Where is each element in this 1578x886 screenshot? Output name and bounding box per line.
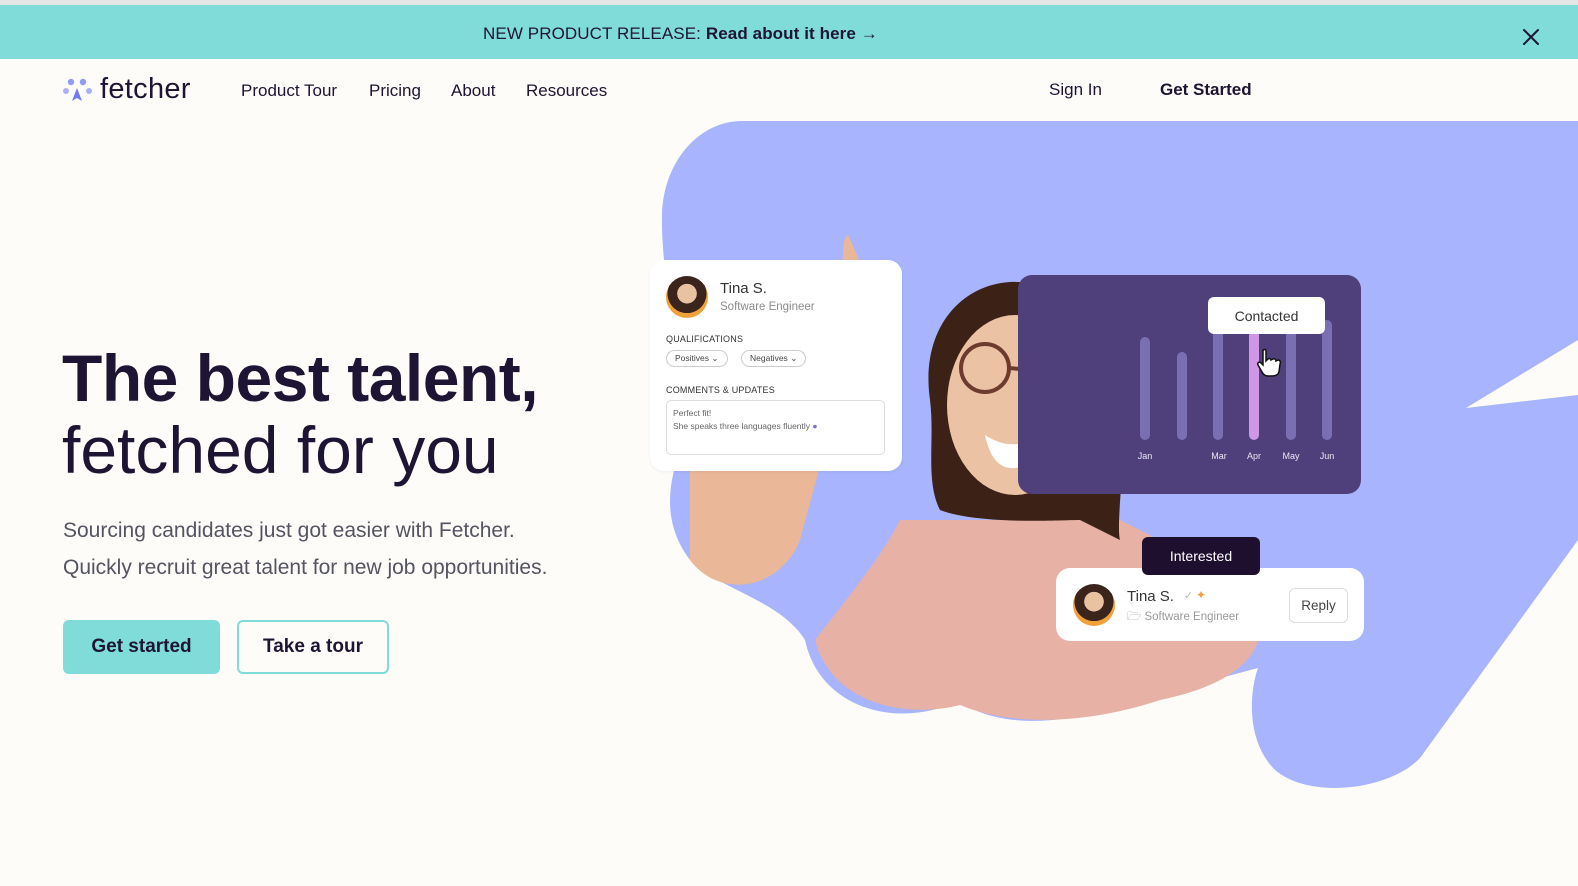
hero-subtitle: Sourcing candidates just got easier with… — [63, 512, 643, 586]
hero-title-line2: fetched for you — [62, 413, 499, 487]
candidate-avatar — [666, 276, 708, 318]
candidate-avatar — [1073, 584, 1115, 626]
chart-bar-jan — [1140, 337, 1150, 440]
candidate-name: Tina S. — [1127, 588, 1174, 605]
chart-bar-apr — [1249, 330, 1259, 440]
qualifications-label: QUALIFICATIONS — [666, 334, 744, 344]
check-icon: ✓ — [1184, 590, 1194, 602]
comment-field[interactable]: Perfect fit! She speaks three languages … — [666, 400, 885, 455]
get-started-button[interactable]: Get started — [63, 620, 220, 674]
chart-bar-may — [1286, 330, 1296, 440]
candidate-profile-card: Tina S. Software Engineer QUALIFICATIONS… — [650, 260, 902, 471]
hero-title: The best talent, fetched for you — [62, 341, 539, 487]
chart-bar-mar — [1213, 330, 1223, 440]
speech-icon: ● — [812, 421, 818, 431]
folder-icon: 🗁 — [1127, 611, 1142, 623]
comments-label: COMMENTS & UPDATES — [666, 385, 775, 395]
candidate-role: Software Engineer — [1144, 611, 1240, 623]
candidate-name: Tina S. — [720, 280, 767, 297]
chart-tick-jun: Jun — [1319, 451, 1335, 461]
sparkle-icon: ✦ — [1196, 588, 1207, 602]
chart-tick-may: May — [1282, 451, 1300, 461]
reply-button[interactable]: Reply — [1289, 588, 1348, 623]
negatives-dropdown[interactable]: Negatives ⌄ — [741, 350, 807, 367]
chart-bar-feb — [1177, 352, 1187, 440]
hero-subtitle-line2: Quickly recruit great talent for new job… — [63, 556, 548, 579]
comment-line2: She speaks three languages fluently ● — [673, 421, 818, 431]
chevron-down-icon: ⌄ — [790, 353, 798, 363]
chart-tick-mar: Mar — [1211, 451, 1227, 461]
hero-subtitle-line1: Sourcing candidates just got easier with… — [63, 519, 515, 542]
candidate-role: Software Engineer — [720, 301, 815, 313]
interested-candidate-card: Tina S. ✓ ✦ 🗁 Software Engineer Reply — [1056, 568, 1364, 641]
chevron-down-icon: ⌄ — [711, 353, 719, 363]
positives-label: Positives — [675, 353, 710, 363]
interested-badge: Interested — [1142, 537, 1260, 575]
take-a-tour-button[interactable]: Take a tour — [237, 620, 389, 674]
comment-line1: Perfect fit! — [673, 408, 712, 418]
hero-title-line1: The best talent, — [62, 341, 539, 415]
chart-tick-jan: Jan — [1137, 451, 1153, 461]
candidate-role-line: 🗁 Software Engineer — [1127, 609, 1239, 628]
chart-tick-apr: Apr — [1246, 451, 1261, 461]
contacted-tooltip: Contacted — [1208, 297, 1325, 334]
positives-dropdown[interactable]: Positives ⌄ — [666, 350, 728, 367]
hand-cursor-icon — [1257, 348, 1282, 377]
negatives-label: Negatives — [750, 353, 788, 363]
chart-bar-jun — [1322, 320, 1332, 440]
